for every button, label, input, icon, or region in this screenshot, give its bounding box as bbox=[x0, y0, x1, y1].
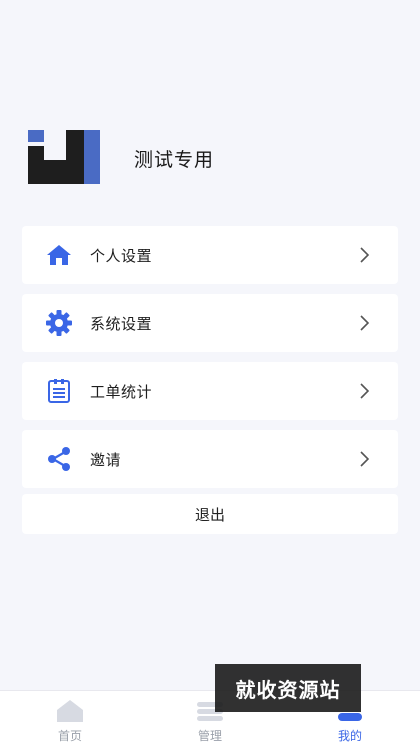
home-tab-icon bbox=[55, 698, 85, 724]
clipboard-icon bbox=[45, 377, 73, 405]
gear-icon bbox=[45, 309, 73, 337]
chevron-right-icon bbox=[360, 451, 370, 467]
chevron-right-icon bbox=[360, 315, 370, 331]
app-logo bbox=[26, 126, 102, 190]
tab-label: 管理 bbox=[197, 729, 222, 743]
chevron-right-icon bbox=[360, 383, 370, 399]
tab-label: 首页 bbox=[57, 729, 82, 743]
menu-item-work-order-stats[interactable]: 工单统计 bbox=[22, 362, 398, 420]
menu-item-invite[interactable]: 邀请 bbox=[22, 430, 398, 488]
menu-item-label: 邀请 bbox=[90, 450, 122, 469]
username: 测试专用 bbox=[134, 148, 215, 171]
menu-item-personal-settings[interactable]: 个人设置 bbox=[22, 226, 398, 284]
menu-item-label: 系统设置 bbox=[90, 314, 153, 333]
tab-label: 我的 bbox=[337, 729, 362, 743]
watermark-overlay: 就收资源站 bbox=[215, 664, 361, 712]
menu-item-label: 工单统计 bbox=[90, 382, 153, 401]
chevron-right-icon bbox=[360, 247, 370, 263]
tab-home[interactable]: 首页 bbox=[0, 691, 140, 746]
logout-button[interactable]: 退出 bbox=[22, 494, 398, 534]
menu-item-label: 个人设置 bbox=[90, 246, 153, 265]
profile-header: 测试专用 bbox=[26, 126, 214, 190]
home-icon bbox=[45, 241, 73, 269]
share-icon bbox=[45, 445, 73, 473]
menu-item-system-settings[interactable]: 系统设置 bbox=[22, 294, 398, 352]
